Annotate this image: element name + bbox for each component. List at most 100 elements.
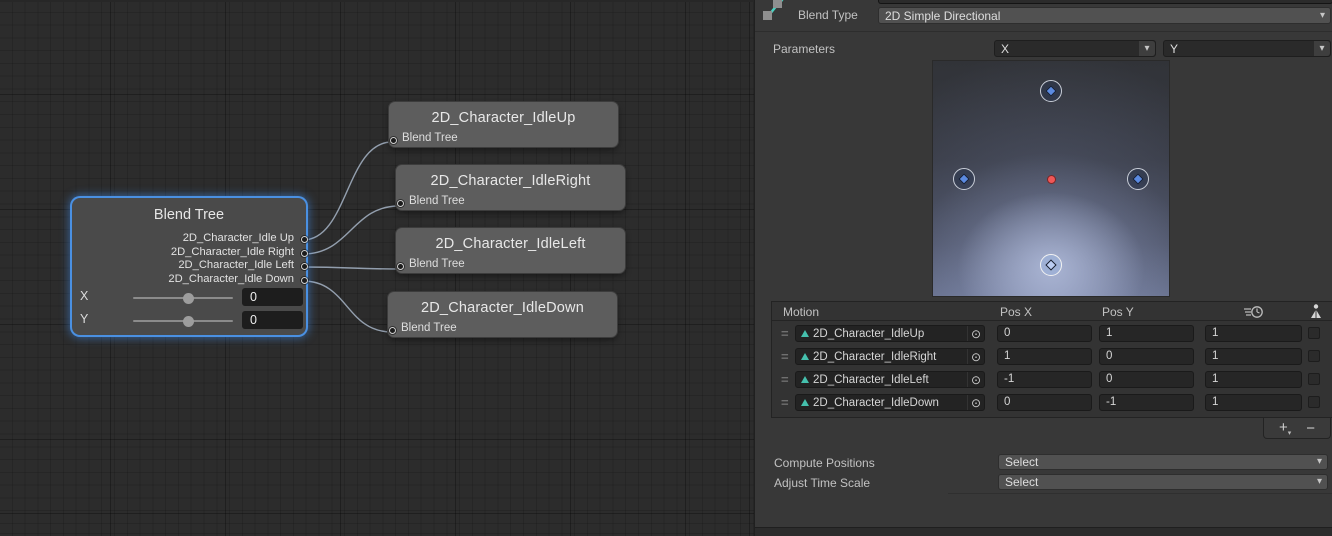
node-title: 2D_Character_IdleUp	[389, 102, 618, 126]
blend-space-preview[interactable]	[933, 61, 1169, 296]
inspector-panel: Blend Type 2D Simple Directional ▾ Param…	[754, 0, 1332, 536]
param-y-label: Y	[80, 312, 88, 326]
node-title: Blend Tree	[72, 198, 306, 223]
output-pin	[301, 263, 308, 270]
input-pin	[389, 327, 396, 334]
drag-handle[interactable]: =	[781, 372, 789, 387]
pos-y-field[interactable]: 0	[1099, 371, 1194, 388]
drag-handle[interactable]: =	[781, 326, 789, 341]
motion-row: = 2D_Character_IdleDown ⊙ 0 -1 1	[772, 394, 1332, 417]
blend-type-label: Blend Type	[798, 8, 858, 22]
node-title: 2D_Character_IdleDown	[388, 292, 617, 316]
motion-row: = 2D_Character_IdleUp ⊙ 0 1 1	[772, 325, 1332, 348]
compute-positions-label: Compute Positions	[774, 456, 875, 470]
mirror-checkbox[interactable]	[1308, 327, 1320, 339]
chevron-down-icon: ▾	[1319, 44, 1324, 54]
add-motion-button[interactable]: +▾	[1279, 419, 1291, 437]
section-divider	[755, 31, 1332, 32]
node-subtitle: Blend Tree	[409, 258, 465, 270]
mirror-checkbox[interactable]	[1308, 373, 1320, 385]
child-label: 2D_Character_Idle Right	[168, 246, 294, 260]
object-picker-icon[interactable]: ⊙	[967, 349, 984, 364]
pos-y-field[interactable]: 0	[1099, 348, 1194, 365]
parameter-y-dropdown[interactable]: Y ▾	[1163, 40, 1331, 57]
mirror-icon	[1309, 304, 1323, 319]
motion-row: = 2D_Character_IdleLeft ⊙ -1 0 1	[772, 371, 1332, 394]
input-pin	[397, 263, 404, 270]
diamond-icon	[1045, 85, 1056, 96]
blend-marker-idledown-selected[interactable]	[1040, 254, 1062, 276]
param-x-value[interactable]: 0	[242, 288, 303, 306]
pos-x-field[interactable]: 0	[997, 325, 1092, 342]
inspector-bottom-bar	[755, 527, 1332, 536]
blend-tree-graph-canvas[interactable]: Blend Tree 2D_Character_Idle Up 2D_Chara…	[0, 0, 754, 536]
motion-object-field[interactable]: 2D_Character_IdleUp ⊙	[795, 325, 985, 342]
preview-position-dot[interactable]	[1047, 175, 1056, 184]
child-label: 2D_Character_Idle Down	[168, 273, 294, 287]
animation-clip-icon	[801, 353, 809, 360]
chevron-down-icon: ▾	[1288, 430, 1292, 437]
blend-marker-idleleft[interactable]	[953, 168, 975, 190]
animation-clip-icon	[801, 399, 809, 406]
speed-field[interactable]: 1	[1205, 325, 1302, 342]
param-y-slider-thumb[interactable]	[183, 316, 194, 327]
pos-y-field[interactable]: -1	[1099, 394, 1194, 411]
name-field-clipped	[878, 0, 1332, 4]
param-x-label: X	[80, 289, 88, 303]
blend-tree-root-node[interactable]: Blend Tree 2D_Character_Idle Up 2D_Chara…	[72, 198, 306, 335]
blend-marker-idleright[interactable]	[1127, 168, 1149, 190]
motion-object-field[interactable]: 2D_Character_IdleRight ⊙	[795, 348, 985, 365]
pos-y-column-header: Pos Y	[1102, 305, 1134, 319]
motion-node-idleleft[interactable]: 2D_Character_IdleLeft Blend Tree	[396, 228, 625, 273]
blend-tree-icon	[757, 0, 795, 29]
pos-x-field[interactable]: -1	[997, 371, 1092, 388]
child-label: 2D_Character_Idle Left	[168, 259, 294, 273]
output-pin	[301, 277, 308, 284]
node-title: 2D_Character_IdleLeft	[396, 228, 625, 252]
animation-clip-icon	[801, 330, 809, 337]
adjust-time-scale-dropdown[interactable]: Select ▾	[998, 474, 1328, 490]
param-x-slider-thumb[interactable]	[183, 293, 194, 304]
motion-node-idleup[interactable]: 2D_Character_IdleUp Blend Tree	[389, 102, 618, 147]
motion-object-field[interactable]: 2D_Character_IdleLeft ⊙	[795, 371, 985, 388]
object-picker-icon[interactable]: ⊙	[967, 372, 984, 387]
drag-handle[interactable]: =	[781, 395, 789, 410]
remove-motion-button[interactable]: −	[1306, 421, 1315, 436]
diamond-icon	[1045, 259, 1056, 270]
pos-x-column-header: Pos X	[1000, 305, 1032, 319]
object-picker-icon[interactable]: ⊙	[967, 395, 984, 410]
motion-list-footer: +▾ −	[1263, 418, 1331, 439]
animation-clip-icon	[801, 376, 809, 383]
child-output-labels: 2D_Character_Idle Up 2D_Character_Idle R…	[168, 232, 294, 286]
speed-icon	[1243, 305, 1263, 319]
motion-node-idledown[interactable]: 2D_Character_IdleDown Blend Tree	[388, 292, 617, 337]
compute-positions-dropdown[interactable]: Select ▾	[998, 454, 1328, 470]
node-subtitle: Blend Tree	[402, 132, 458, 144]
parameter-x-dropdown[interactable]: X ▾	[994, 40, 1156, 57]
speed-field[interactable]: 1	[1205, 348, 1302, 365]
mirror-checkbox[interactable]	[1308, 396, 1320, 408]
speed-field[interactable]: 1	[1205, 394, 1302, 411]
motion-row: = 2D_Character_IdleRight ⊙ 1 0 1	[772, 348, 1332, 371]
pos-x-field[interactable]: 1	[997, 348, 1092, 365]
motion-object-field[interactable]: 2D_Character_IdleDown ⊙	[795, 394, 985, 411]
motion-node-idleright[interactable]: 2D_Character_IdleRight Blend Tree	[396, 165, 625, 210]
child-label: 2D_Character_Idle Up	[168, 232, 294, 246]
node-title: 2D_Character_IdleRight	[396, 165, 625, 189]
chevron-down-icon: ▾	[1320, 11, 1325, 21]
mirror-checkbox[interactable]	[1308, 350, 1320, 362]
output-pin	[301, 236, 308, 243]
motion-list: Motion Pos X Pos Y = 2D_Character	[771, 301, 1332, 418]
blend-type-dropdown[interactable]: 2D Simple Directional ▾	[878, 7, 1331, 24]
object-picker-icon[interactable]: ⊙	[967, 326, 984, 341]
drag-handle[interactable]: =	[781, 349, 789, 364]
input-pin	[390, 137, 397, 144]
adjust-time-scale-label: Adjust Time Scale	[774, 476, 870, 490]
speed-field[interactable]: 1	[1205, 371, 1302, 388]
blend-marker-idleup[interactable]	[1040, 80, 1062, 102]
pos-y-field[interactable]: 1	[1099, 325, 1194, 342]
node-subtitle: Blend Tree	[401, 322, 457, 334]
param-y-value[interactable]: 0	[242, 311, 303, 329]
pos-x-field[interactable]: 0	[997, 394, 1092, 411]
diamond-icon	[958, 173, 969, 184]
